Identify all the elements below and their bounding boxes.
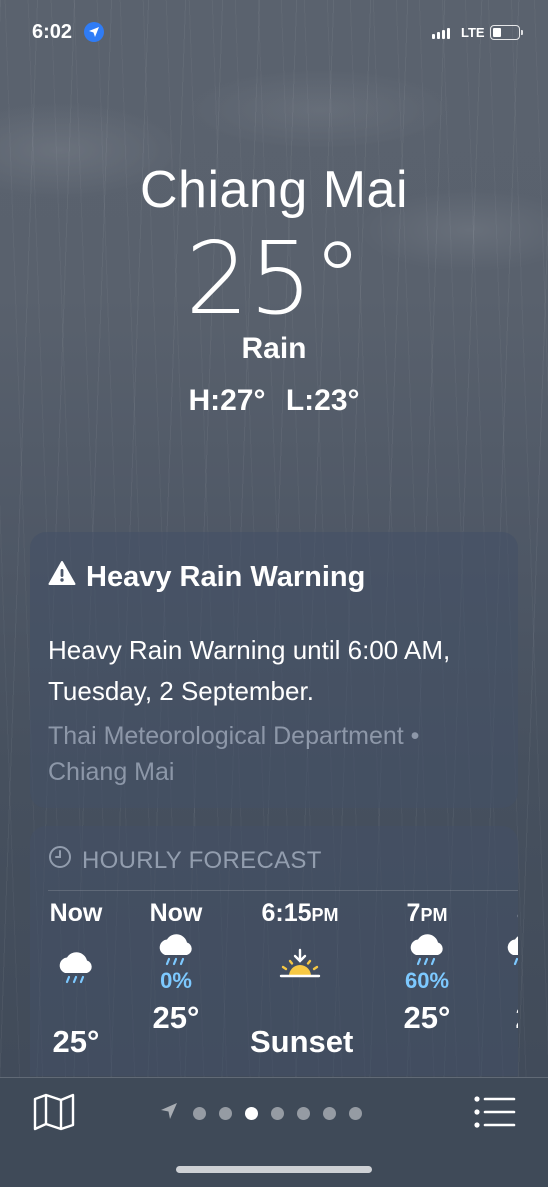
high-temp: H:27° — [188, 384, 266, 417]
hour-temp: 25° — [52, 1024, 100, 1059]
precip-chance: 60% — [404, 968, 450, 993]
cloud-rain-icon — [30, 944, 126, 992]
hourly-forecast-header: HOURLY FORECAST — [48, 845, 322, 876]
precip-chance: 0% — [160, 968, 192, 993]
hour-label: 7PM — [377, 898, 477, 930]
status-time: 6:02 — [32, 21, 73, 43]
hour-time: 7 — [406, 899, 421, 927]
current-temperature: 25° — [185, 220, 363, 337]
sunset-icon — [250, 944, 350, 992]
condition-text: Rain — [241, 332, 307, 365]
precip-chance — [30, 992, 126, 1018]
map-button[interactable] — [32, 1092, 76, 1132]
network-type: LTE — [461, 25, 485, 40]
list-icon — [474, 1096, 516, 1128]
low-temp: L:23° — [285, 384, 360, 417]
cellular-signal-icon — [432, 28, 450, 39]
page-dot[interactable] — [219, 1107, 232, 1120]
precip-chance — [250, 992, 350, 1018]
hour-label: 6:15PM — [250, 898, 350, 930]
page-dot[interactable] — [271, 1107, 284, 1120]
alert-title-row: Heavy Rain Warning — [48, 560, 365, 594]
hourly-item: Now 0% 25° — [126, 898, 226, 1036]
location-arrow-icon — [84, 22, 104, 42]
alert-body: Heavy Rain Warning until 6:00 AM, Tuesda… — [48, 635, 451, 706]
home-indicator[interactable] — [176, 1166, 372, 1173]
divider — [48, 890, 518, 891]
hour-temp: 25° — [152, 1000, 200, 1035]
hour-label: Now — [149, 899, 203, 927]
high-low: H:27° L:23° — [0, 384, 548, 418]
current-location-icon — [160, 1102, 178, 1125]
hour-label: Now — [49, 899, 103, 927]
hourly-forecast-title: HOURLY FORECAST — [82, 846, 322, 874]
city-name: Chiang Mai — [139, 161, 409, 219]
page-dot[interactable] — [349, 1107, 362, 1120]
hour-suffix: PM — [311, 905, 339, 925]
hour-temp: Sunset — [250, 1024, 354, 1059]
page-dot[interactable] — [297, 1107, 310, 1120]
hour-temp: 25° — [403, 1000, 451, 1035]
status-bar: 6:02 LTE — [0, 18, 548, 48]
hourly-item: Now 25° — [30, 898, 126, 1060]
page-indicator[interactable] — [160, 1102, 362, 1125]
hour-temp: 2 — [474, 1000, 518, 1036]
hourly-item: 7PM 60% 25° — [377, 898, 477, 1036]
hourly-item: 6:15PM Sunset — [250, 898, 354, 1060]
warning-triangle-icon — [48, 560, 76, 594]
hour-suffix: PM — [420, 905, 448, 925]
clock-icon — [48, 845, 72, 876]
hour-time: 6:15 — [261, 899, 312, 927]
cloud-rain-icon — [126, 932, 226, 968]
hourly-item: 8 6 2 — [474, 898, 518, 1036]
bottom-toolbar — [0, 1077, 548, 1187]
precip-chance: 6 — [474, 968, 519, 994]
hour-label: 8 — [474, 898, 518, 930]
battery-icon — [490, 25, 523, 40]
weather-alert-card[interactable]: Heavy Rain Warning Heavy Rain Warning un… — [30, 532, 518, 808]
hourly-forecast-card[interactable]: HOURLY FORECAST Now 25° Now 0% 25° 6:15P… — [30, 826, 518, 1076]
alert-source: Thai Meteorological Department • Chiang … — [48, 722, 420, 786]
cloud-rain-icon — [474, 932, 518, 968]
page-dot[interactable] — [323, 1107, 336, 1120]
city-list-button[interactable] — [472, 1094, 516, 1130]
alert-title: Heavy Rain Warning — [86, 560, 366, 593]
page-dot-active[interactable] — [245, 1107, 258, 1120]
map-icon — [33, 1093, 75, 1131]
cloud-rain-icon — [377, 932, 477, 968]
page-dot[interactable] — [193, 1107, 206, 1120]
